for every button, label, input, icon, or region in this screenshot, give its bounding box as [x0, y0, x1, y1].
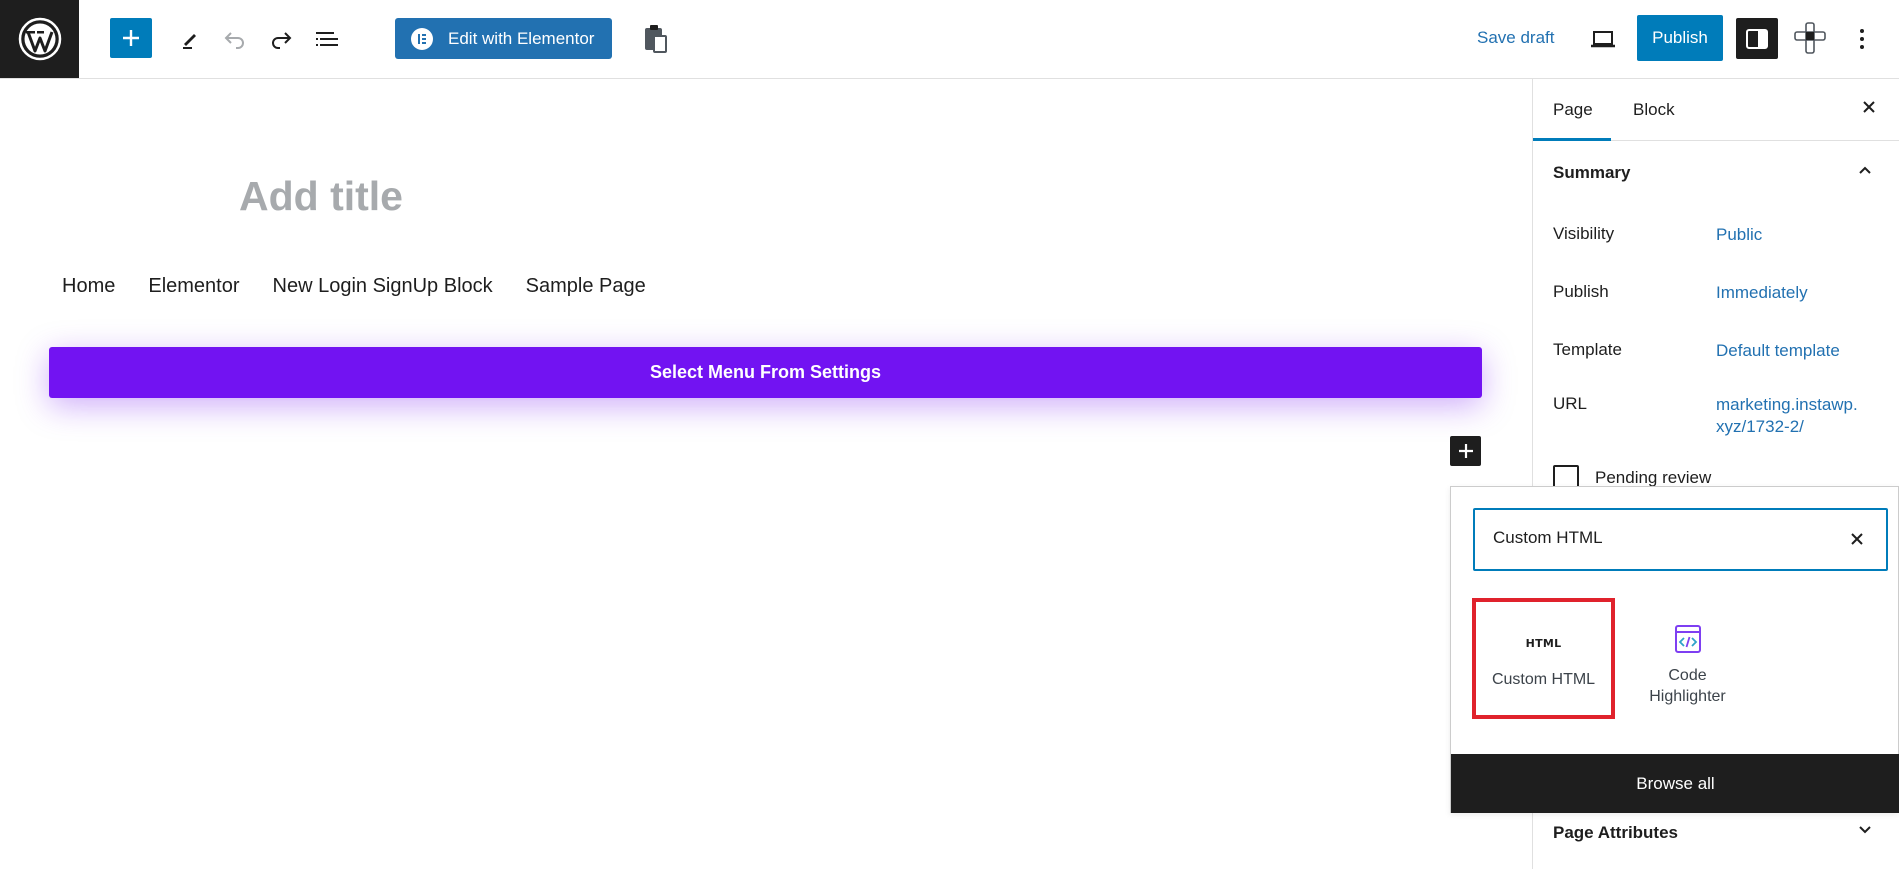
settings-sidebar-toggle-button[interactable]	[1736, 18, 1778, 59]
block-option-code-highlighter[interactable]: Code Highlighter	[1616, 598, 1759, 719]
url-value-button[interactable]: marketing.instawp. xyz/1732-2/	[1716, 394, 1858, 438]
clipboard-button[interactable]	[636, 20, 674, 58]
block-inserter-toggle-button[interactable]	[110, 18, 152, 58]
close-icon	[1851, 533, 1863, 545]
preview-button[interactable]	[1584, 20, 1622, 58]
more-vertical-icon	[1860, 29, 1864, 49]
plugin-icon	[1794, 22, 1826, 54]
undo-button[interactable]	[216, 20, 254, 58]
nav-item-home[interactable]: Home	[62, 275, 115, 298]
navigation-menu: Home Elementor New Login SignUp Block Sa…	[62, 275, 679, 298]
block-option-custom-html[interactable]: HTML Custom HTML	[1472, 598, 1615, 719]
clipboard-icon	[645, 25, 667, 53]
tab-page[interactable]: Page	[1553, 100, 1593, 120]
laptop-icon	[1591, 31, 1615, 48]
summary-panel-title[interactable]: Summary	[1553, 163, 1630, 183]
summary-collapse-button[interactable]	[1856, 161, 1874, 184]
block-search-box	[1473, 508, 1888, 571]
redo-button[interactable]	[262, 20, 300, 58]
sidebar-panel-icon	[1746, 28, 1768, 49]
list-view-icon	[316, 32, 338, 46]
template-value-button[interactable]: Default template	[1716, 340, 1840, 362]
pending-review-label: Pending review	[1595, 468, 1712, 487]
post-title-input[interactable]: Add title	[239, 173, 403, 220]
tab-block[interactable]: Block	[1633, 100, 1675, 120]
html-icon: HTML	[1525, 636, 1562, 650]
save-draft-button[interactable]: Save draft	[1477, 28, 1555, 48]
plus-icon	[1458, 444, 1473, 458]
plugin-extension-button[interactable]	[1790, 18, 1830, 58]
url-line-1: marketing.instawp.	[1716, 395, 1858, 414]
template-label: Template	[1553, 340, 1622, 359]
elementor-icon	[411, 27, 433, 50]
block-option-label: Custom HTML	[1491, 671, 1596, 688]
visibility-value-button[interactable]: Public	[1716, 224, 1762, 246]
undo-icon	[224, 32, 244, 49]
options-menu-button[interactable]	[1845, 20, 1879, 58]
wordpress-icon	[18, 17, 61, 61]
chevron-up-icon	[1859, 166, 1871, 174]
nav-item-new-login-signup-block[interactable]: New Login SignUp Block	[273, 275, 493, 298]
quick-inserter-popover: HTML Custom HTML Code Highlighter Browse…	[1450, 486, 1899, 813]
browse-all-button[interactable]: Browse all	[1451, 754, 1899, 813]
block-search-input[interactable]	[1493, 528, 1833, 548]
close-icon	[1863, 101, 1875, 113]
redo-icon	[272, 32, 292, 49]
plus-icon	[123, 30, 139, 46]
nav-item-sample-page[interactable]: Sample Page	[526, 275, 646, 298]
publish-date-button[interactable]: Immediately	[1716, 282, 1808, 304]
visibility-label: Visibility	[1553, 224, 1615, 243]
publish-button[interactable]: Publish	[1637, 15, 1723, 61]
block-option-label: Code Highlighter	[1649, 667, 1726, 705]
select-menu-from-settings-button[interactable]: Select Menu From Settings	[49, 347, 1482, 398]
url-label: URL	[1553, 394, 1588, 413]
page-attributes-expand-button[interactable]	[1856, 821, 1874, 844]
pencil-icon	[183, 34, 196, 49]
editor-canvas: Add title Home Elementor New Login SignU…	[0, 79, 1532, 869]
chevron-down-icon	[1859, 826, 1871, 834]
sidebar-tabs: Page Block	[1533, 79, 1899, 141]
edit-with-elementor-button[interactable]: Edit with Elementor	[395, 18, 612, 59]
add-block-button[interactable]	[1450, 436, 1481, 466]
clear-search-button[interactable]	[1846, 528, 1868, 555]
editor-toolbar: Edit with Elementor Save draft Publish	[0, 0, 1899, 79]
url-line-2: xyz/1732-2/	[1716, 417, 1804, 436]
publish-label: Publish	[1553, 282, 1609, 301]
nav-item-elementor[interactable]: Elementor	[148, 275, 239, 298]
document-overview-button[interactable]	[308, 20, 346, 58]
page-attributes-panel-title[interactable]: Page Attributes	[1553, 823, 1678, 843]
wordpress-logo-button[interactable]	[0, 0, 79, 78]
tools-edit-button[interactable]	[172, 20, 210, 58]
edit-with-elementor-label: Edit with Elementor	[448, 28, 595, 48]
code-window-icon	[1674, 624, 1702, 654]
close-sidebar-button[interactable]	[1861, 99, 1877, 120]
active-tab-indicator	[1533, 138, 1611, 141]
